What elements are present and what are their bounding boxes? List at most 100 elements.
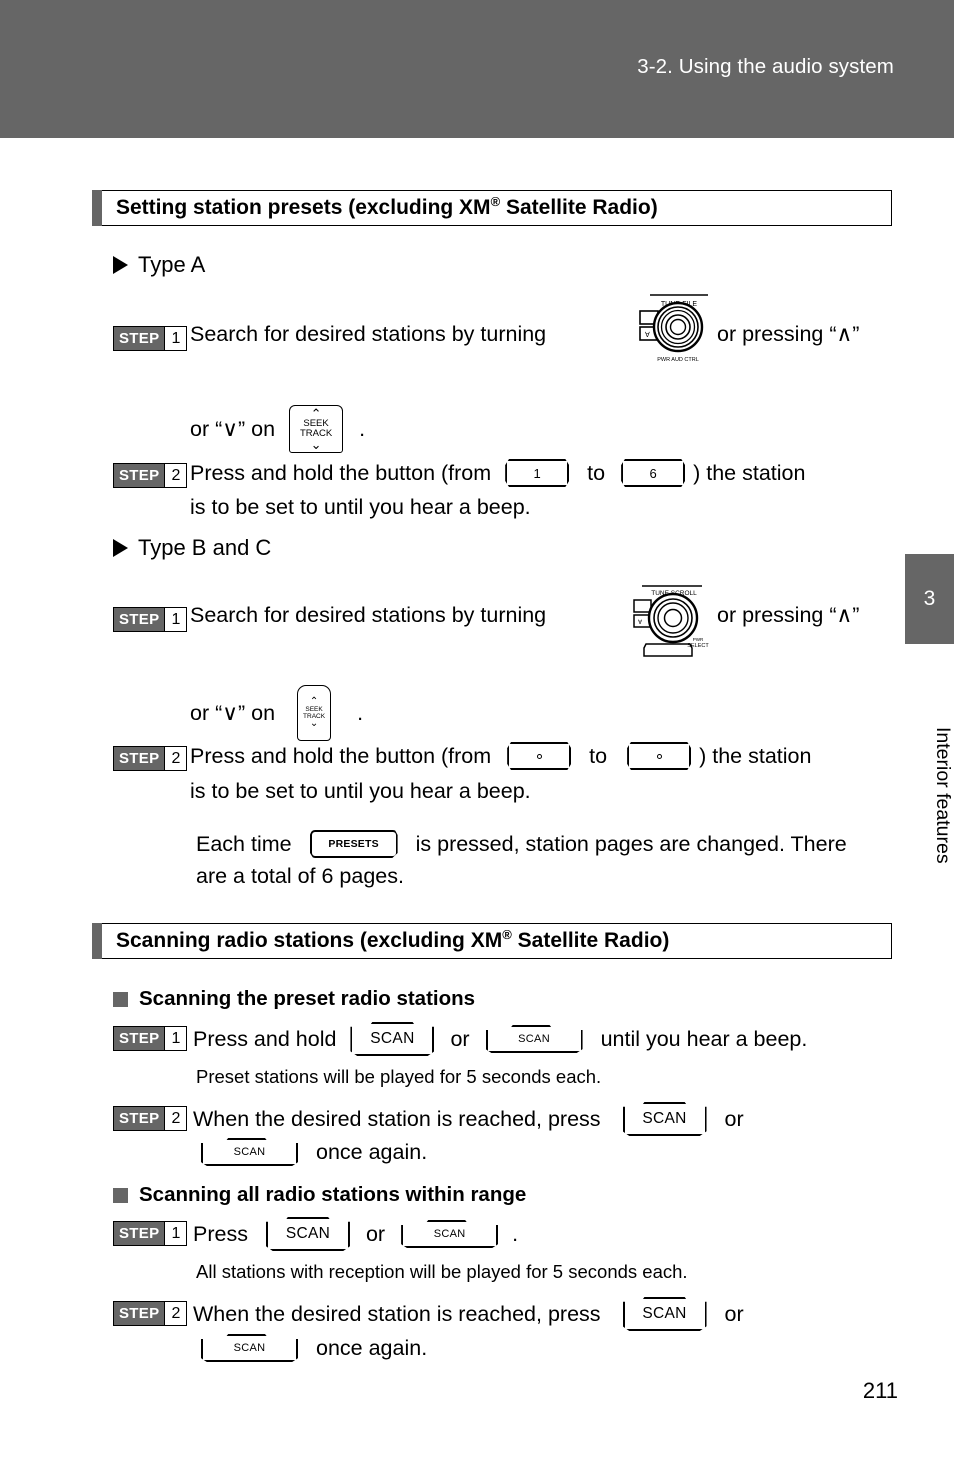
type-a-step2-line2: is to be set to until you hear a beep.	[190, 495, 531, 519]
scan-all-note: All stations with reception will be play…	[196, 1261, 688, 1282]
seek-label: SEEK	[305, 705, 323, 713]
preset-button-first[interactable]	[507, 742, 572, 770]
step-text-2: until you hear a beep.	[600, 1026, 808, 1051]
scan-button-type-a[interactable]: SCAN	[350, 1022, 435, 1056]
scan-preset-step2-line2: SCAN once again.	[201, 1138, 427, 1166]
chevron-up-icon: ⌃	[309, 695, 319, 707]
chevron-up-icon: ⌃	[310, 405, 322, 421]
step1-line2-end: .	[359, 416, 366, 441]
type-bc-step2-line1: Press and hold the button (from to ) the…	[190, 742, 811, 770]
step-number: 2	[164, 464, 187, 487]
step1-line2-post: ” on	[238, 700, 276, 725]
step2-text-2: ) the station	[693, 460, 806, 485]
heading-scanning-all-stations: Scanning all radio stations within range	[113, 1183, 526, 1207]
step1-line2-end: .	[357, 700, 364, 725]
type-a-step2-line1: Press and hold the button (from 1 to 6 )…	[190, 459, 805, 487]
type-bc-label: Type B and C	[138, 535, 272, 560]
step-number: 2	[164, 747, 187, 770]
tune-file-knob-icon: TUNE·FILE ∀ PWR AUD CTRL	[632, 289, 718, 365]
section-title-text: Setting station presets (excluding XM® S…	[116, 194, 658, 219]
step-badge-scan-preset-2: STEP 2	[113, 1106, 188, 1131]
preset-button-6[interactable]: 6	[621, 459, 686, 487]
step-word: STEP	[114, 464, 165, 487]
svg-text:∀: ∀	[638, 619, 643, 626]
step1-line2-post: ” on	[238, 416, 276, 441]
step2-text: Press and hold the button (from	[190, 460, 492, 485]
step-text-2: once again.	[316, 1335, 428, 1360]
preset-button-last[interactable]	[627, 742, 692, 770]
step2-text: Press and hold the button (from	[190, 743, 492, 768]
tune-scroll-knob-icon: TUNE SCROLL ∀ PWR SELECT	[628, 578, 710, 658]
scan-button-type-a[interactable]: SCAN	[622, 1297, 707, 1331]
seek-track-button-type-a[interactable]: ⌃ SEEK TRACK ⌄	[289, 405, 344, 453]
section-accent-bar	[92, 190, 102, 226]
step1-text: Search for desired stations by turning	[190, 322, 547, 346]
step-text-or: or	[724, 1301, 744, 1326]
chapter-tab-block: 3	[905, 554, 954, 644]
scan-button-type-a[interactable]: SCAN	[622, 1102, 707, 1136]
step-badge-scan-preset-1: STEP 1	[113, 1026, 188, 1051]
svg-text:PWR AUD CTRL: PWR AUD CTRL	[657, 357, 699, 363]
presets-note-line1: Each time PRESETS is pressed, station pa…	[196, 830, 847, 858]
caret-up-icon: ∧	[836, 322, 853, 347]
scan-button-type-a[interactable]: SCAN	[265, 1217, 350, 1251]
step2-text-to: to	[587, 460, 606, 485]
preset-button-1[interactable]: 1	[505, 459, 570, 487]
registered-mark-icon: ®	[490, 194, 501, 209]
triangle-bullet-icon	[113, 539, 128, 557]
step-badge-scan-all-1: STEP 1	[113, 1221, 188, 1246]
page-number: 211	[862, 1378, 898, 1403]
step-text: Press and hold	[193, 1026, 337, 1051]
triangle-bullet-icon	[113, 256, 128, 274]
scan-preset-step1-line: Press and hold SCAN or SCAN until you he…	[193, 1022, 807, 1056]
caret-down-icon: ∨	[222, 700, 238, 726]
step-number: 2	[164, 1107, 187, 1130]
dot-icon	[656, 753, 662, 759]
step-text: Press	[193, 1221, 248, 1246]
step-badge-bc2: STEP 2	[113, 746, 188, 771]
step1-text: Search for desired stations by turning	[190, 603, 547, 627]
step-word: STEP	[114, 1222, 165, 1245]
scan-button-type-b[interactable]: SCAN	[201, 1138, 298, 1166]
step-word: STEP	[114, 1302, 165, 1325]
chevron-down-icon: ⌄	[310, 437, 322, 453]
scan-button-type-b[interactable]: SCAN	[201, 1334, 298, 1362]
step-badge-a1: STEP 1	[113, 326, 188, 351]
step1-line2-pre: or “	[190, 416, 223, 441]
step-text: When the desired station is reached, pre…	[193, 1301, 601, 1326]
step-word: STEP	[114, 327, 165, 350]
step-text-2: .	[512, 1221, 519, 1246]
type-bc-step1-line1b: or pressing “∧”	[717, 603, 859, 628]
scan-all-step2-line1: When the desired station is reached, pre…	[193, 1297, 744, 1331]
scan-button-type-b[interactable]: SCAN	[401, 1220, 499, 1248]
note-post: is pressed, station pages are changed. T…	[415, 831, 847, 856]
dot-icon	[536, 753, 542, 759]
type-bc-step1-line2: or “∨” on ⌃ SEEK TRACK ⌄ .	[190, 685, 363, 741]
seek-track-button-type-bc[interactable]: ⌃ SEEK TRACK ⌄	[297, 685, 332, 741]
type-a-step1-line1a: Search for desired stations by turning	[190, 322, 546, 347]
step1-text-3: ”	[852, 322, 860, 346]
section-header-setting-presets: Setting station presets (excluding XM® S…	[92, 190, 892, 226]
section-title-box: Scanning radio stations (excluding XM® S…	[102, 923, 892, 959]
chapter-number: 3	[923, 587, 936, 610]
square-bullet-icon	[113, 1187, 128, 1203]
step-text-2: once again.	[316, 1139, 428, 1164]
type-a-label: Type A	[138, 252, 206, 277]
scan-preset-step2-line1: When the desired station is reached, pre…	[193, 1102, 744, 1136]
section-title-box: Setting station presets (excluding XM® S…	[102, 190, 892, 226]
step2-text-to: to	[589, 743, 608, 768]
step-text-or: or	[450, 1026, 470, 1051]
type-bc-step1-line1a: Search for desired stations by turning	[190, 603, 546, 628]
step-text-or: or	[365, 1221, 386, 1246]
scan-button-type-b[interactable]: SCAN	[485, 1025, 583, 1053]
presets-button[interactable]: PRESETS	[309, 830, 398, 858]
page-header-band: 3-2. Using the audio system	[0, 0, 954, 138]
note-pre: Each time	[196, 831, 292, 856]
chapter-name-vertical: Interior features	[932, 726, 954, 864]
step-word: STEP	[114, 1027, 165, 1050]
step-word: STEP	[114, 747, 165, 770]
scan-preset-note: Preset stations will be played for 5 sec…	[196, 1066, 602, 1087]
step-word: STEP	[114, 608, 165, 631]
section-accent-bar	[92, 923, 102, 959]
step-text: When the desired station is reached, pre…	[193, 1106, 601, 1131]
